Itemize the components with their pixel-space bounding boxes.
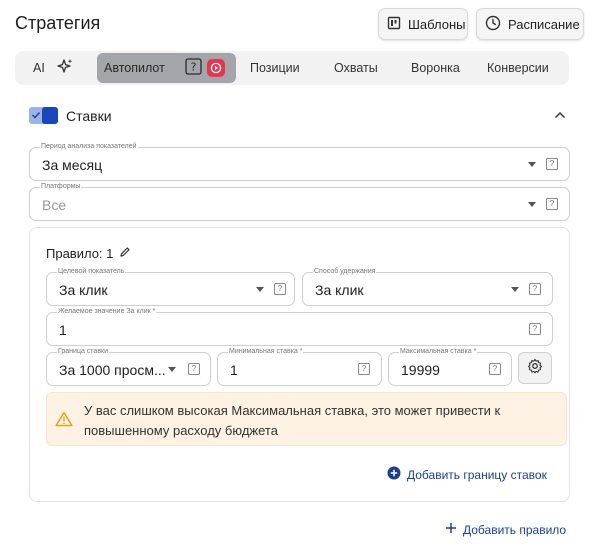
question-square-icon[interactable]: ?	[185, 58, 202, 78]
warning-triangle-icon	[55, 411, 73, 432]
rule-title-text: Правило: 1	[46, 246, 114, 261]
bids-toggle[interactable]	[29, 107, 58, 124]
period-label: Период анализа показателей	[40, 142, 138, 152]
min-bid-label: Минимальная ставка *	[228, 347, 304, 357]
platforms-value: Все	[42, 197, 67, 213]
schedule-label: Расписание	[508, 16, 580, 32]
templates-button[interactable]: Шаблоны	[378, 8, 468, 40]
question-square-icon[interactable]: ?	[529, 283, 541, 295]
plus-icon	[445, 522, 457, 537]
chevron-down-icon	[528, 202, 536, 207]
clock-icon	[485, 15, 501, 34]
tab-conversions[interactable]: Конверсии	[487, 51, 549, 85]
bids-title: Ставки	[66, 107, 112, 124]
platforms-label: Платформы	[40, 182, 82, 192]
min-bid-value: 1	[230, 362, 238, 378]
add-rule-link[interactable]: Добавить правило	[445, 522, 566, 537]
high-bid-warning: У вас слишком высокая Максимальная ставк…	[46, 392, 567, 446]
max-bid-input[interactable]: Максимальная ставка * 19999 ?	[388, 347, 512, 386]
schedule-button[interactable]: Расписание	[476, 8, 584, 40]
bid-border-label: Граница ставки	[57, 347, 110, 357]
platforms-select[interactable]: Платформы Все ?	[29, 182, 570, 221]
target-metric-label: Целевой показатель	[57, 267, 126, 277]
tab-reach[interactable]: Охваты	[334, 51, 378, 85]
chevron-down-icon	[256, 287, 264, 292]
chevron-down-icon	[511, 287, 519, 292]
target-metric-value: За клик	[59, 282, 108, 298]
desired-value-value: 1	[59, 322, 67, 338]
add-rule-label: Добавить правило	[463, 522, 567, 537]
period-select[interactable]: Период анализа показателей За месяц ?	[29, 142, 570, 181]
bids-section-header: Ставки	[29, 107, 112, 124]
tab-ai-label: AI	[33, 61, 45, 75]
question-square-icon[interactable]: ?	[546, 158, 558, 170]
target-metric-select[interactable]: Целевой показатель За клик ?	[46, 267, 295, 306]
plus-circle-icon	[387, 466, 401, 483]
period-value: За месяц	[42, 157, 103, 173]
tab-autopilot[interactable]: Автопилот ?	[97, 53, 236, 83]
question-square-icon[interactable]: ?	[358, 363, 370, 375]
bid-settings-button[interactable]	[518, 352, 552, 384]
hold-method-value: За клик	[315, 282, 364, 298]
question-square-icon[interactable]: ?	[188, 363, 200, 375]
chevron-down-icon	[528, 162, 536, 167]
max-bid-value: 19999	[401, 362, 440, 378]
question-square-icon[interactable]: ?	[546, 198, 558, 210]
sparkle-icon	[55, 57, 75, 80]
desired-value-input[interactable]: Желаемое значение За клик * 1 ?	[46, 307, 553, 346]
board-icon	[387, 16, 401, 33]
pencil-icon[interactable]	[119, 246, 131, 261]
tab-positions[interactable]: Позиции	[250, 51, 300, 85]
max-bid-label: Максимальная ставка *	[399, 347, 478, 357]
svg-text:?: ?	[190, 61, 196, 74]
toggle-knob	[42, 107, 58, 124]
question-square-icon[interactable]: ?	[529, 323, 541, 335]
page-title: Стратегия	[15, 13, 101, 33]
templates-label: Шаблоны	[408, 16, 466, 32]
chevron-down-icon	[168, 367, 176, 372]
bid-border-value: За 1000 просм...	[59, 362, 166, 378]
tab-ai[interactable]: AI	[33, 51, 75, 85]
hold-method-label: Способ удержания	[313, 267, 377, 277]
rule-title: Правило: 1	[46, 246, 131, 261]
chevron-up-icon[interactable]	[553, 108, 567, 127]
question-square-icon[interactable]: ?	[274, 283, 286, 295]
desired-value-label: Желаемое значение За клик *	[57, 307, 157, 317]
question-square-icon[interactable]: ?	[489, 363, 501, 375]
bid-border-select[interactable]: Граница ставки За 1000 просм... ?	[46, 347, 211, 386]
tab-funnel[interactable]: Воронка	[411, 51, 460, 85]
play-badge-icon	[206, 59, 225, 77]
min-bid-input[interactable]: Минимальная ставка * 1 ?	[217, 347, 382, 386]
add-bid-border-label: Добавить границу ставок	[407, 467, 547, 482]
hold-method-select[interactable]: Способ удержания За клик ?	[302, 267, 553, 306]
add-bid-border-link[interactable]: Добавить границу ставок	[387, 466, 547, 483]
strategy-tabs: AI Автопилот ? Позиции Охваты Воронка Ко…	[15, 51, 569, 85]
tab-autopilot-label: Автопилот	[104, 61, 165, 75]
gear-icon	[527, 358, 543, 379]
warning-text: У вас слишком высокая Максимальная ставк…	[84, 403, 501, 438]
